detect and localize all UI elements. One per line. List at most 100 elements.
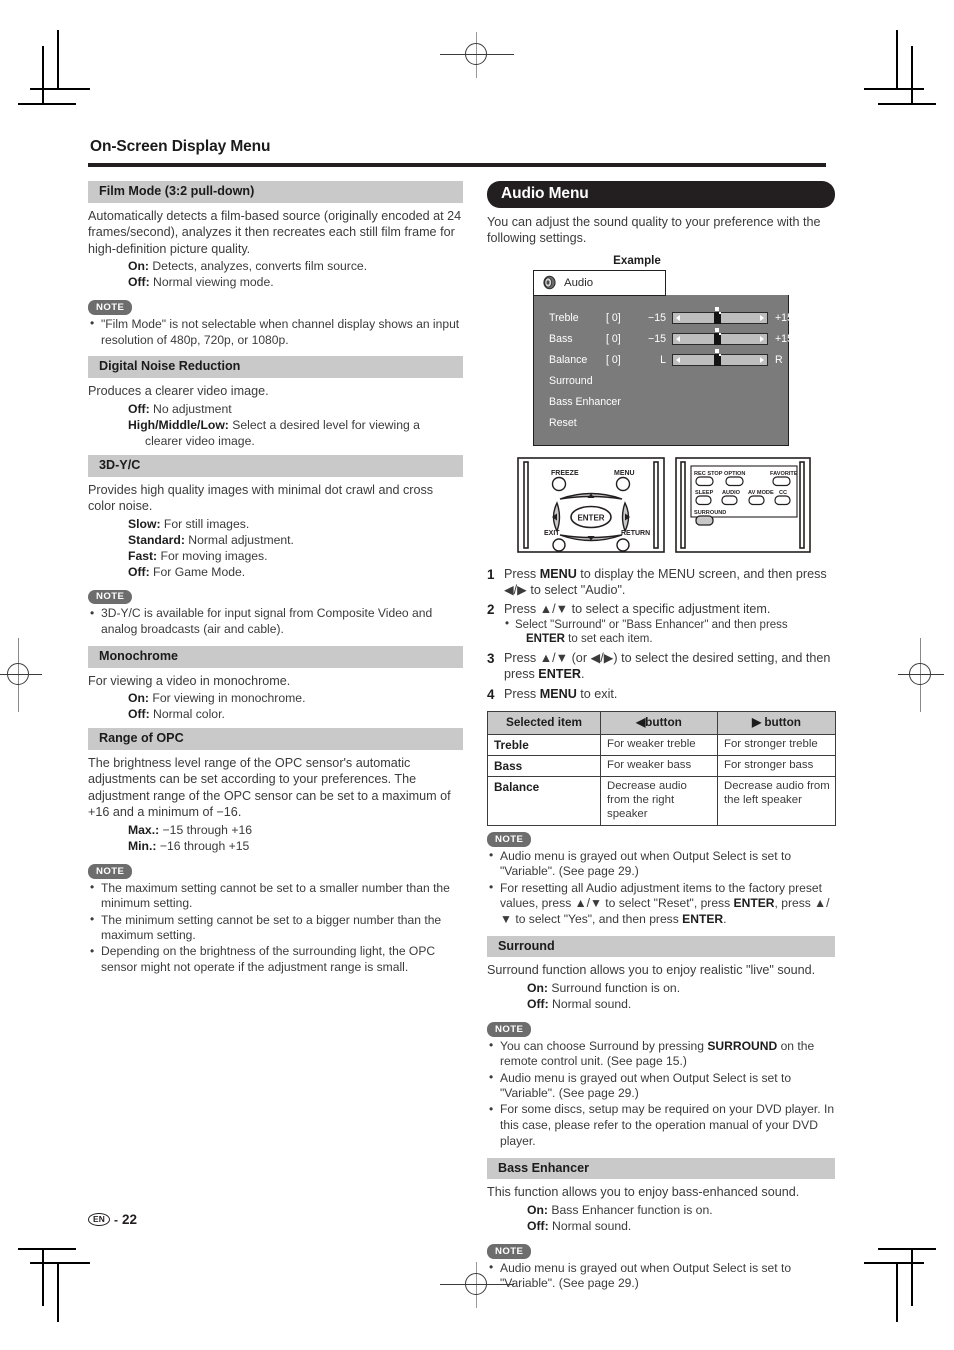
osd-row-bass-enhancer[interactable]: Bass Enhancer (534, 392, 788, 413)
step-item-3: 3 Press ▲/▼ (or ◀/▶) to select the desir… (487, 650, 835, 683)
definition-term: On: (527, 1202, 548, 1217)
registration-mark-left (0, 638, 42, 712)
slider-cursor[interactable] (714, 328, 721, 346)
osd-item-value: [ 0] (606, 333, 621, 346)
definition-item: On: Bass Enhancer function is on. (487, 1202, 835, 1218)
note-item: The maximum setting cannot be set to a s… (88, 880, 463, 912)
definition-desc: For Game Mode. (153, 564, 246, 579)
definition-term: Standard: (128, 532, 185, 547)
osd-row-reset[interactable]: Reset (534, 413, 788, 434)
step-text: Press MENU to exit. (504, 686, 618, 701)
table-cell-item: Treble (487, 733, 601, 756)
note-list: Audio menu is grayed out when Output Sel… (487, 848, 835, 928)
note-item: For resetting all Audio adjustment items… (487, 880, 835, 928)
page-content: On-Screen Display Menu Film Mode (3:2 pu… (88, 138, 848, 1300)
step-item-1: 1 Press MENU to display the MENU screen,… (487, 566, 835, 599)
definition-item: Off: Normal sound. (487, 1218, 835, 1234)
step-number: 2 (487, 602, 495, 618)
definition-item: High/Middle/Low: Select a desired level … (88, 417, 463, 449)
remote-label-sleep: SLEEP (695, 490, 714, 496)
definition-item: On: Detects, analyzes, converts film sou… (88, 258, 463, 274)
osd-row-bass[interactable]: Bass [ 0] −15 +15 (534, 328, 793, 350)
note-item: The minimum setting cannot be set to a b… (88, 912, 463, 944)
definition-item: On: Surround function is on. (487, 980, 835, 996)
step-number: 4 (487, 686, 495, 702)
osd-item-value: [ 0] (606, 354, 621, 367)
osd-item-name: Treble (549, 312, 579, 325)
table-header-row: Selected item ◀button ▶ button (487, 711, 836, 735)
note-badge: NOTE (487, 832, 532, 847)
footer-separator: - (114, 1212, 119, 1227)
definition-item: Off: Normal sound. (487, 996, 835, 1012)
title-rule (88, 163, 826, 167)
definition-item: Off: Normal color. (88, 706, 463, 722)
definition-desc: Detects, analyzes, converts film source. (152, 259, 368, 274)
page-title: On-Screen Display Menu (90, 138, 271, 155)
osd-slider[interactable] (672, 328, 768, 346)
remote-label-av-mode: AV MODE (748, 490, 774, 496)
definition-desc: −16 through +15 (159, 839, 250, 853)
osd-range-max: +15 (775, 333, 793, 346)
osd-item-name: Bass Enhancer (549, 396, 621, 409)
remote-label-exit: EXIT (544, 530, 560, 537)
section-range-of-opc: Range of OPC The brightness level range … (88, 728, 463, 976)
section-digital-noise-reduction: Digital Noise Reduction Produces a clear… (88, 356, 463, 449)
remote-label-surround: SURROUND (694, 510, 726, 516)
osd-item-name: Balance (549, 354, 588, 367)
osd-slider[interactable] (672, 349, 768, 367)
table-header-selected-item: Selected item (487, 711, 601, 735)
osd-row-treble[interactable]: Treble [ 0] −15 +15 (534, 307, 793, 329)
step-text: Press ▲/▼ to select a specific adjustmen… (504, 602, 771, 617)
slider-right-arrow-icon (760, 336, 764, 343)
section-heading: Monochrome (88, 645, 463, 668)
registration-mark-top (440, 32, 514, 78)
definition-desc: Bass Enhancer function is on. (551, 1202, 713, 1217)
definition-item: Min.: −16 through +15 (88, 838, 463, 854)
definition-list: On: For viewing in monochrome. Off: Norm… (88, 690, 463, 722)
remote-label-favorite: FAVORITE (770, 471, 798, 477)
definition-desc: Normal color. (153, 707, 225, 722)
osd-body: Treble [ 0] −15 +15 Bass [0] −15 +15 Ba… (533, 294, 793, 446)
osd-row-balance[interactable]: Balance [ 0] L R (534, 349, 788, 371)
definition-item: Standard: Normal adjustment. (88, 532, 463, 548)
remote-label-audio: AUDIO (722, 490, 741, 496)
note-list: 3D-Y/C is available for input signal fro… (88, 606, 463, 637)
definition-continuation: clearer video image. (145, 433, 255, 448)
osd-range-min: −15 (648, 333, 666, 346)
note-badge: NOTE (88, 589, 133, 605)
slider-left-arrow-icon (676, 336, 680, 343)
table-cell-item: Bass (487, 754, 601, 778)
table-cell-right: For stronger bass (717, 754, 836, 778)
osd-row-surround[interactable]: Surround (534, 371, 788, 392)
audio-menu-intro: You can adjust the sound quality to your… (487, 215, 821, 246)
left-column: Film Mode (3:2 pull-down) Automatically … (88, 181, 463, 1300)
section-heading: 3D-Y/C (88, 454, 463, 477)
right-column: Audio Menu You can adjust the sound qual… (487, 181, 836, 1300)
manual-page: On-Screen Display Menu Film Mode (3:2 pu… (0, 0, 954, 1350)
section-body: The brightness level range of the OPC se… (88, 755, 451, 820)
note-item: Audio menu is grayed out when Output Sel… (487, 1070, 835, 1102)
step-sub-item: Select "Surround" or "Bass Enhancer" and… (504, 617, 835, 647)
note-badge: NOTE (88, 300, 133, 315)
remote-label-cc: CC (779, 490, 787, 496)
definition-term: Off: (128, 564, 150, 579)
definition-list: On: Detects, analyzes, converts film sou… (88, 258, 463, 290)
slider-cursor[interactable] (714, 307, 721, 325)
slider-cursor[interactable] (714, 349, 721, 367)
speaker-icon (542, 275, 557, 290)
osd-screenshot: Audio Treble [ 0] −15 +15 Bass [0] −15 … (533, 269, 793, 446)
section-body: Provides high quality images with minima… (88, 482, 434, 514)
slider-right-arrow-icon (760, 315, 764, 322)
remote-illustrations: FREEZE MENU ENTER EXIT RETURN REC STOP O… (517, 456, 835, 558)
note-item: For some discs, setup may be required on… (487, 1102, 835, 1149)
note-list: You can choose Surround by pressing SURR… (487, 1038, 835, 1150)
page-footer: EN - 22 (88, 1212, 137, 1227)
note-item: "Film Mode" is not selectable when chann… (88, 316, 463, 348)
registration-mark-right (898, 638, 944, 712)
remote-label-menu: MENU (614, 470, 635, 477)
table-row: Treble For weaker treble For stronger tr… (487, 733, 836, 756)
step-item-2: 2 Press ▲/▼ to select a specific adjustm… (487, 601, 835, 647)
osd-slider[interactable] (672, 307, 768, 325)
definition-term: Fast: (128, 548, 158, 563)
osd-item-name: Reset (549, 417, 577, 430)
